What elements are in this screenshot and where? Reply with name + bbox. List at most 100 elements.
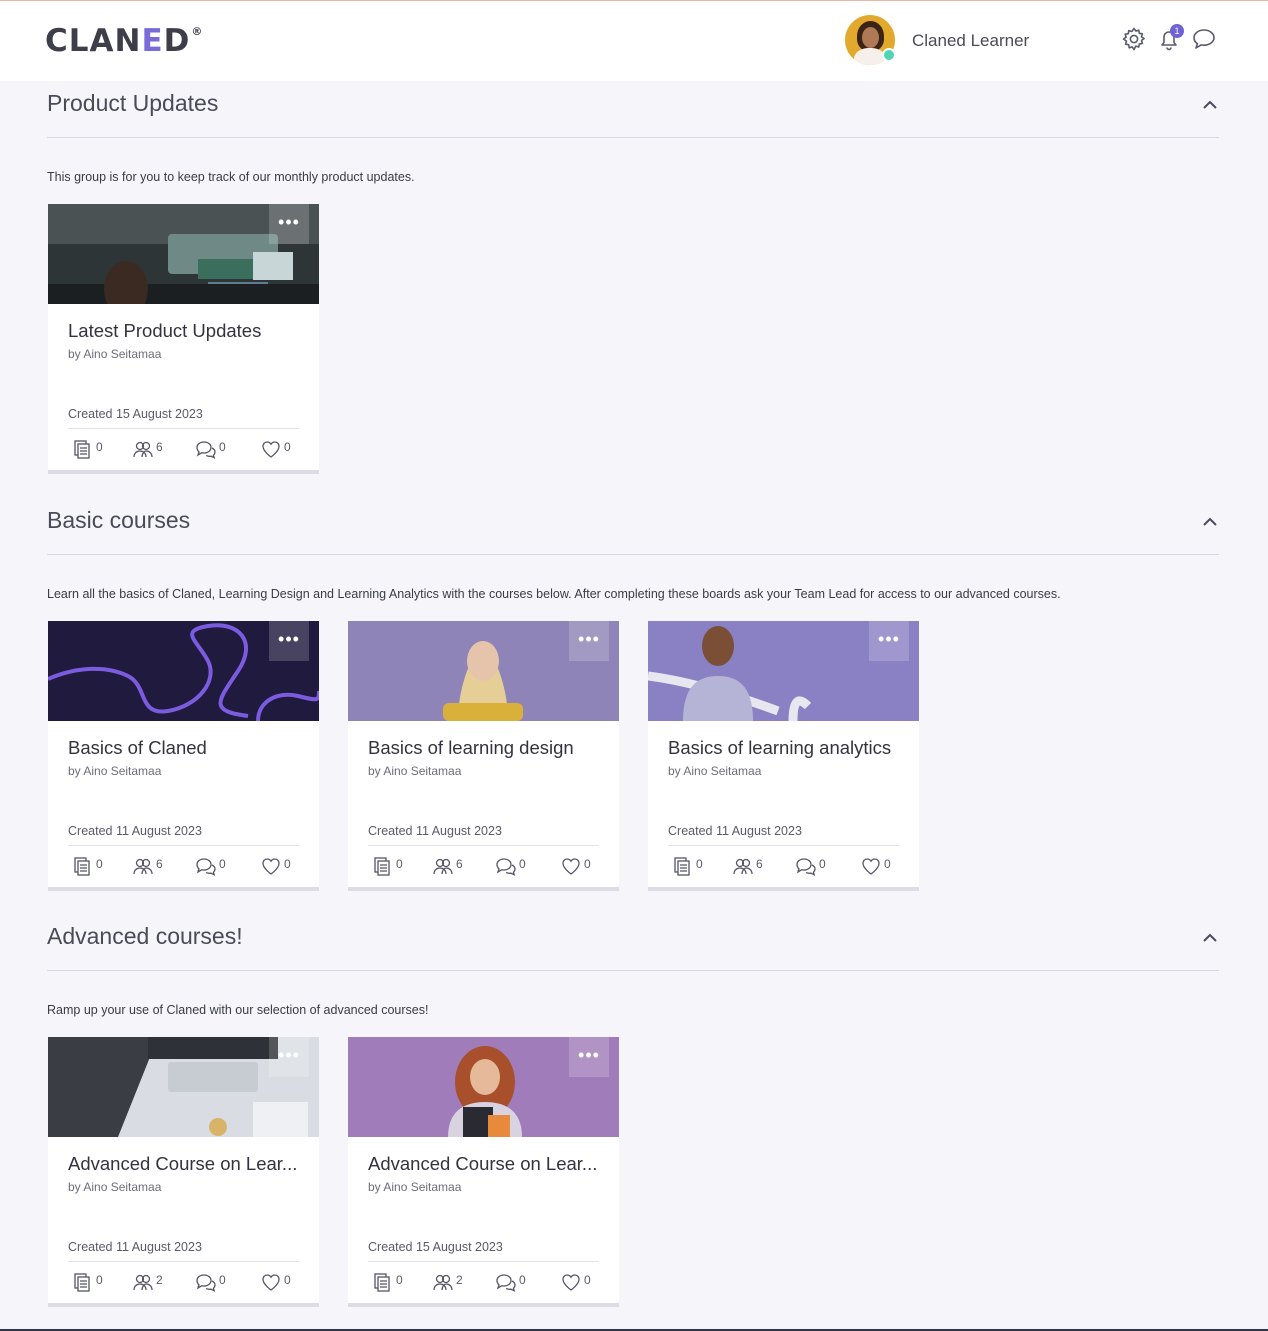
- card-author: by Aino Seitamaa: [68, 764, 162, 778]
- members-icon: [133, 1274, 153, 1291]
- card-divider: [668, 845, 899, 846]
- card-cover-image: •••: [648, 621, 919, 721]
- heart-icon[interactable]: [560, 855, 582, 877]
- members-count: 6: [156, 440, 163, 454]
- members-stat: 6: [132, 855, 163, 879]
- files-stat: 0: [372, 1271, 403, 1295]
- files-stat: 0: [72, 438, 103, 462]
- card-author: by Aino Seitamaa: [368, 764, 462, 778]
- card-divider: [368, 1261, 599, 1262]
- comments-icon: [496, 858, 516, 877]
- chevron-up-icon[interactable]: [1201, 96, 1219, 114]
- likes-stat[interactable]: 0: [260, 438, 291, 462]
- likes-stat[interactable]: 0: [860, 855, 891, 879]
- comments-count: 0: [219, 440, 226, 454]
- board-card[interactable]: ••• Basics of learning design by Aino Se…: [348, 621, 619, 891]
- likes-count: 0: [584, 857, 591, 871]
- chevron-up-icon[interactable]: [1201, 513, 1219, 531]
- card-more-options[interactable]: •••: [269, 1037, 309, 1077]
- card-divider: [68, 845, 299, 846]
- members-icon: [133, 858, 153, 875]
- header-actions: 1: [1120, 24, 1225, 53]
- card-author: by Aino Seitamaa: [68, 1180, 162, 1194]
- card-title[interactable]: Basics of learning design: [368, 737, 603, 759]
- claned-logo[interactable]: CLAN E D ®: [45, 23, 203, 59]
- files-icon: [374, 857, 390, 876]
- files-count: 0: [96, 440, 103, 454]
- bell-icon[interactable]: 1: [1155, 24, 1184, 53]
- card-cover-image: •••: [348, 1037, 619, 1137]
- members-stat: 2: [432, 1271, 463, 1295]
- heart-icon[interactable]: [560, 1271, 582, 1293]
- files-icon: [674, 857, 690, 876]
- chevron-up-icon[interactable]: [1201, 929, 1219, 947]
- card-cover-image: •••: [48, 621, 319, 721]
- heart-icon[interactable]: [260, 438, 282, 460]
- members-stat: 6: [432, 855, 463, 879]
- board-card[interactable]: ••• Basics of Claned by Aino Seitamaa Cr…: [48, 621, 319, 891]
- card-divider: [68, 428, 299, 429]
- card-created-date: Created 15 August 2023: [68, 407, 203, 421]
- files-count: 0: [696, 857, 703, 871]
- app-header: CLAN E D ® Claned Learner 1: [0, 1, 1268, 81]
- card-title[interactable]: Basics of learning analytics: [668, 737, 903, 759]
- logo-d: D: [163, 23, 191, 59]
- comments-stat: 0: [795, 855, 826, 879]
- card-more-options[interactable]: •••: [569, 1037, 609, 1077]
- files-stat: 0: [72, 855, 103, 879]
- likes-stat[interactable]: 0: [560, 855, 591, 879]
- card-stats: 0 6 0 0: [372, 855, 602, 879]
- section-divider: [47, 137, 1219, 138]
- section-product-updates: Product Updates This group is for you to…: [47, 90, 1219, 480]
- card-more-options[interactable]: •••: [569, 621, 609, 661]
- card-more-options[interactable]: •••: [869, 621, 909, 661]
- gear-icon[interactable]: [1120, 25, 1148, 53]
- comments-icon: [496, 1274, 516, 1293]
- card-cover-image: •••: [48, 1037, 319, 1137]
- board-card[interactable]: ••• Basics of learning analytics by Aino…: [648, 621, 919, 891]
- card-title[interactable]: Advanced Course on Lear...: [368, 1153, 603, 1175]
- members-count: 6: [156, 857, 163, 871]
- comments-stat: 0: [195, 1271, 226, 1295]
- card-title[interactable]: Latest Product Updates: [68, 320, 303, 342]
- card-created-date: Created 11 August 2023: [68, 1240, 202, 1254]
- chat-icon[interactable]: [1190, 25, 1218, 53]
- section-title: Basic courses: [47, 507, 191, 533]
- section-description: This group is for you to keep track of o…: [47, 170, 415, 184]
- card-stats: 0 2 0 0: [72, 1271, 302, 1295]
- card-created-date: Created 11 August 2023: [668, 824, 802, 838]
- section-advanced-courses: Advanced courses! Ramp up your use of Cl…: [47, 923, 1219, 1313]
- members-icon: [433, 1274, 453, 1291]
- likes-stat[interactable]: 0: [260, 855, 291, 879]
- likes-count: 0: [284, 440, 291, 454]
- board-card[interactable]: ••• Advanced Course on Lear... by Aino S…: [348, 1037, 619, 1307]
- comments-stat: 0: [495, 855, 526, 879]
- user-profile[interactable]: Claned Learner: [845, 15, 1029, 67]
- card-stats: 0 6 0 0: [72, 855, 302, 879]
- members-stat: 6: [732, 855, 763, 879]
- board-card[interactable]: ••• Advanced Course on Lear... by Aino S…: [48, 1037, 319, 1307]
- section-divider: [47, 970, 1219, 971]
- card-title[interactable]: Advanced Course on Lear...: [68, 1153, 303, 1175]
- card-more-options[interactable]: •••: [269, 621, 309, 661]
- logo-e: E: [141, 23, 164, 59]
- comments-count: 0: [519, 1273, 526, 1287]
- board-card[interactable]: ••• Latest Product Updates by Aino Seita…: [48, 204, 319, 474]
- card-created-date: Created 15 August 2023: [368, 1240, 503, 1254]
- files-icon: [74, 857, 90, 876]
- card-more-options[interactable]: •••: [269, 204, 309, 244]
- heart-icon[interactable]: [860, 855, 882, 877]
- members-icon: [433, 858, 453, 875]
- heart-icon[interactable]: [260, 1271, 282, 1293]
- comments-count: 0: [819, 857, 826, 871]
- files-stat: 0: [72, 1271, 103, 1295]
- likes-stat[interactable]: 0: [260, 1271, 291, 1295]
- card-author: by Aino Seitamaa: [668, 764, 762, 778]
- card-stats: 0 2 0 0: [372, 1271, 602, 1295]
- card-title[interactable]: Basics of Claned: [68, 737, 303, 759]
- files-stat: 0: [672, 855, 703, 879]
- heart-icon[interactable]: [260, 855, 282, 877]
- files-count: 0: [96, 1273, 103, 1287]
- likes-stat[interactable]: 0: [560, 1271, 591, 1295]
- online-status-dot: [882, 48, 896, 62]
